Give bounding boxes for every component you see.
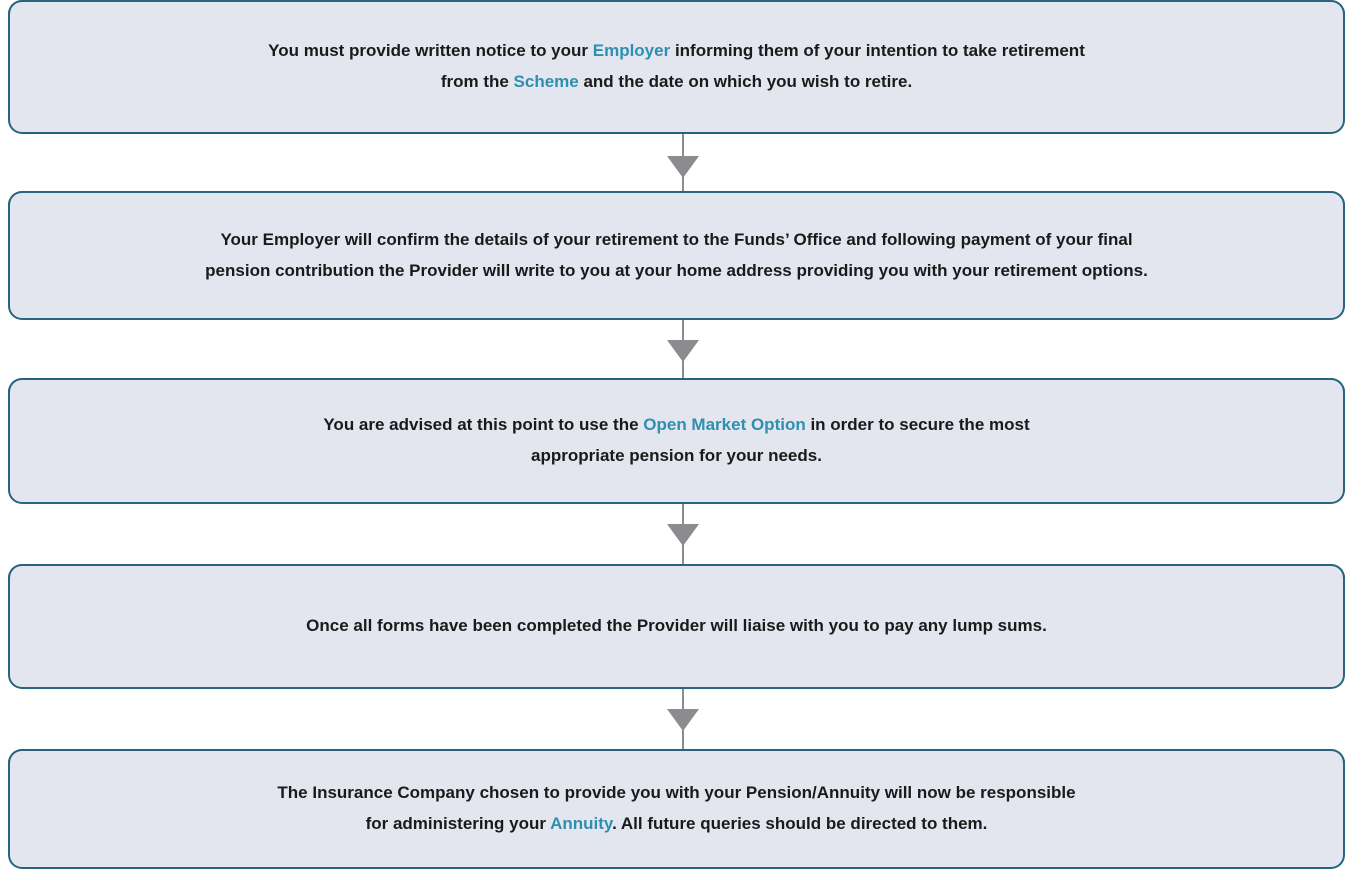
flow-step-5: The Insurance Company chosen to provide … <box>8 749 1345 869</box>
flow-step-4-line-1: Once all forms have been completed the P… <box>306 616 1047 635</box>
flow-step-5-line-1: The Insurance Company chosen to provide … <box>277 783 1076 802</box>
flow-step-1: You must provide written notice to your … <box>8 0 1345 134</box>
flow-step-1-line-2: from the Scheme and the date on which yo… <box>440 72 913 91</box>
flow-arrow-4 <box>661 689 705 749</box>
flow-step-4-text: Once all forms have been completed the P… <box>306 610 1047 641</box>
flow-step-2-line-1: Your Employer will confirm the details o… <box>220 229 1133 249</box>
flow-step-5-text: The Insurance Company chosen to provide … <box>277 777 1075 839</box>
flow-step-2: Your Employer will confirm the details o… <box>8 191 1345 320</box>
flow-step-3-line-2: appropriate pension for your needs. <box>531 446 822 465</box>
term-scheme: Scheme <box>513 72 579 91</box>
term-annuity: Annuity <box>550 814 613 833</box>
flow-step-1-line-1: You must provide written notice to your … <box>268 41 1085 60</box>
down-arrow-icon <box>667 504 699 564</box>
term-employer: Employer <box>592 41 671 60</box>
term-open-market-option: Open Market Option <box>643 415 806 434</box>
flow-step-1-text: You must provide written notice to your … <box>268 35 1085 97</box>
flow-arrow-2 <box>661 320 705 378</box>
flow-step-2-line-2: pension contribution the Provider will w… <box>205 260 1148 280</box>
flow-arrow-1 <box>661 134 705 191</box>
flow-arrow-3 <box>661 504 705 564</box>
flow-step-3: You are advised at this point to use the… <box>8 378 1345 504</box>
flow-step-5-line-2: for administering your Annuity. All futu… <box>365 814 988 833</box>
down-arrow-icon <box>667 134 699 191</box>
flow-step-3-text: You are advised at this point to use the… <box>323 409 1029 471</box>
down-arrow-icon <box>667 320 699 378</box>
down-arrow-icon <box>667 689 699 749</box>
flow-step-3-line-1: You are advised at this point to use the… <box>323 415 1030 434</box>
flow-step-2-text: Your Employer will confirm the details o… <box>205 224 1148 286</box>
flow-step-4: Once all forms have been completed the P… <box>8 564 1345 689</box>
